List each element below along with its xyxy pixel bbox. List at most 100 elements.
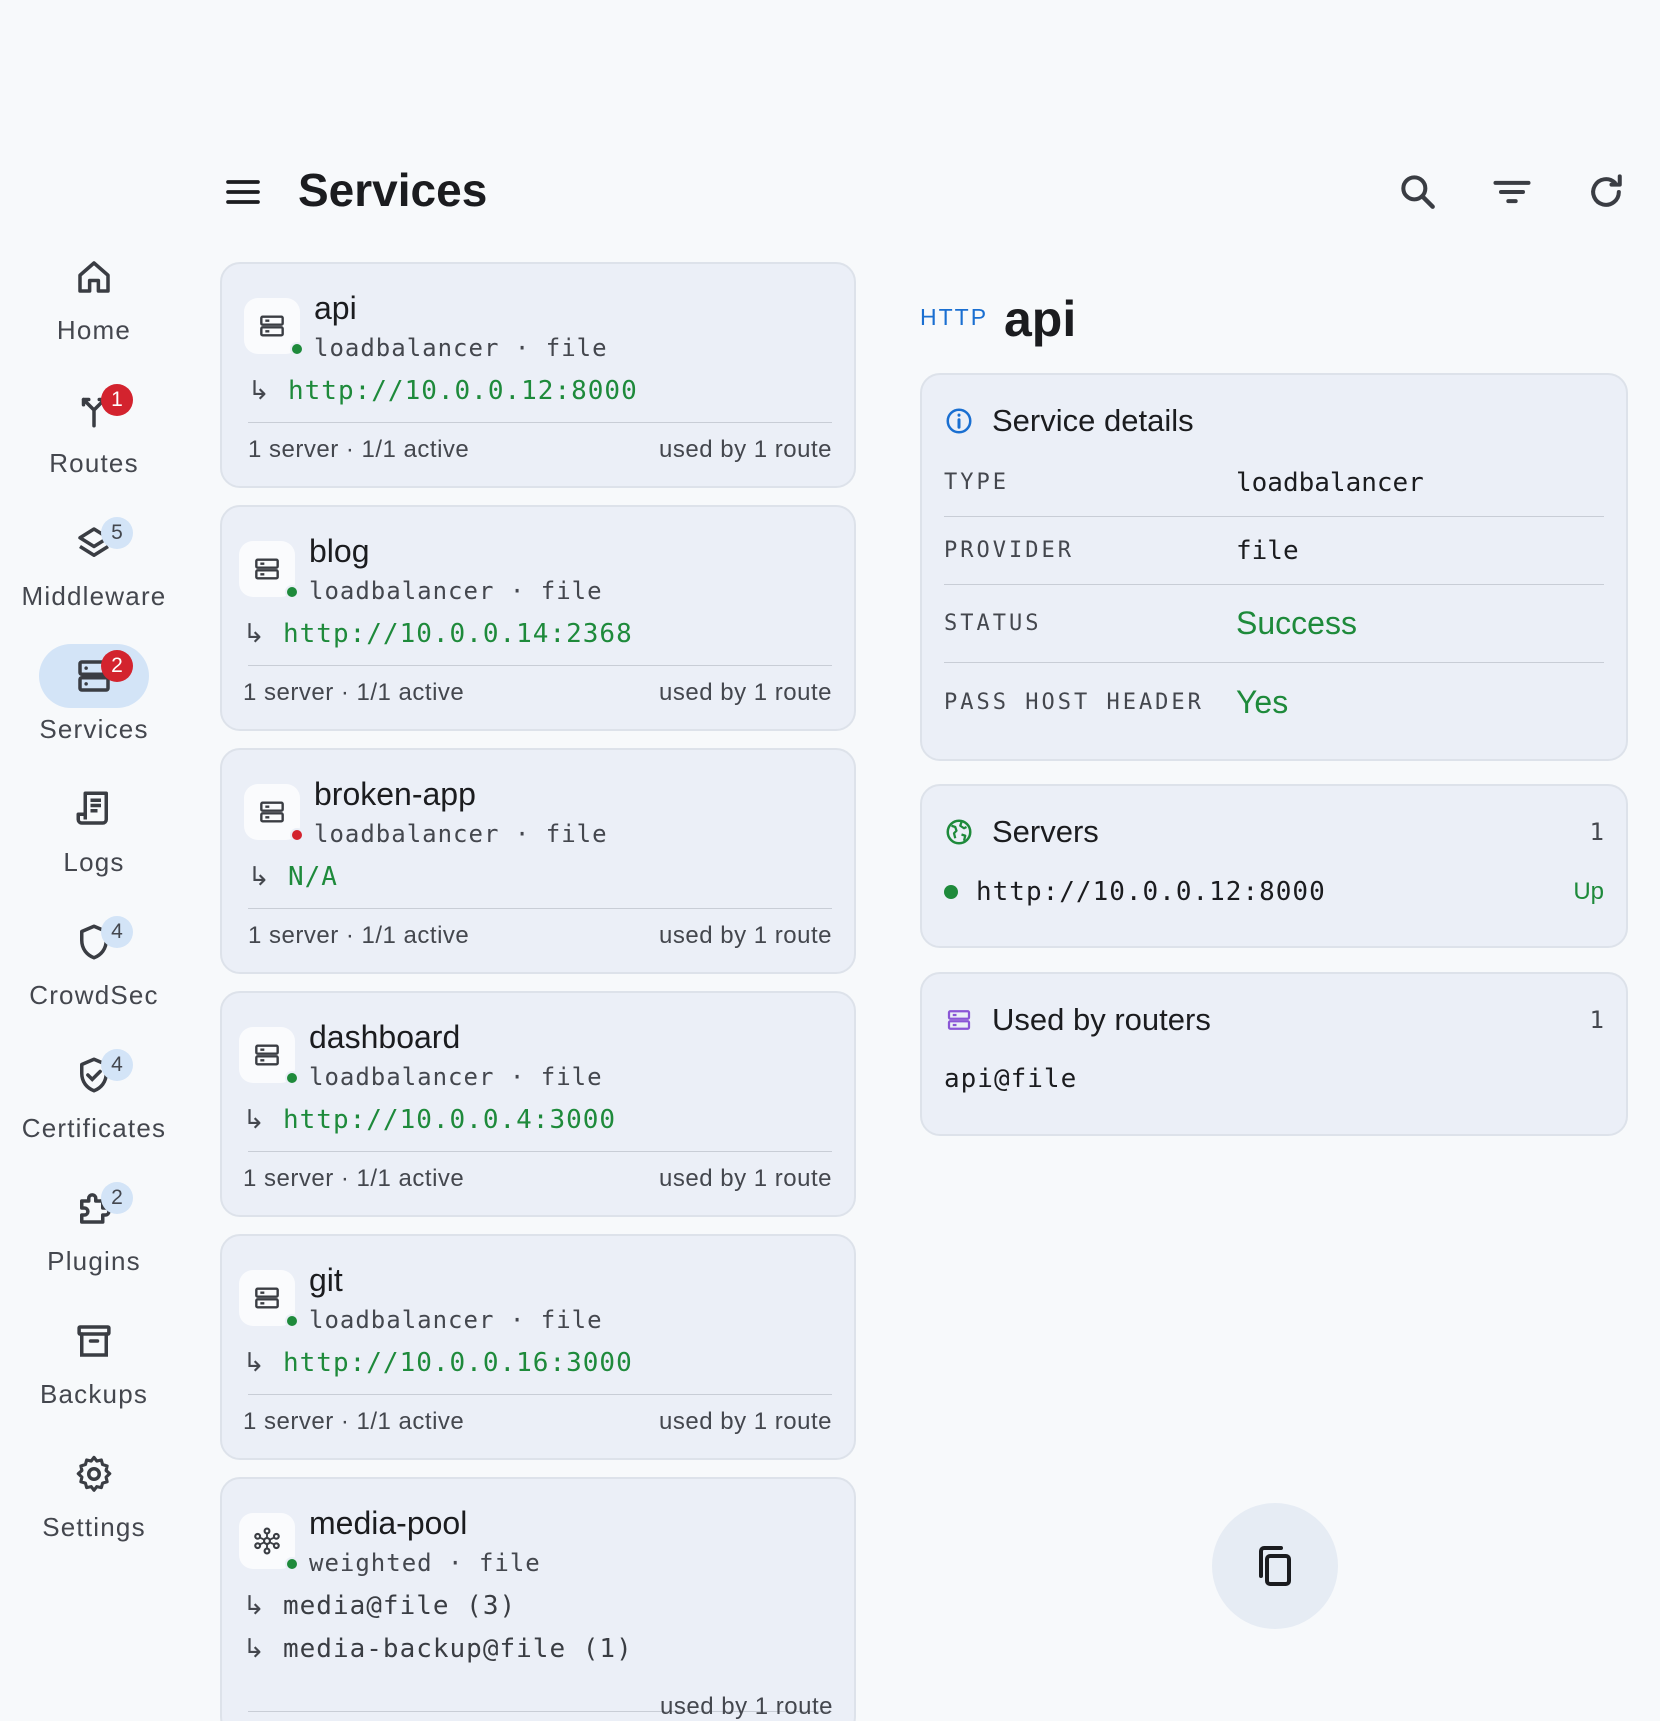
nav-item-logs[interactable]: Logs xyxy=(0,777,188,897)
server-icon xyxy=(255,1287,279,1309)
service-name: broken-app xyxy=(314,776,476,812)
status-dot-ok xyxy=(285,1071,299,1085)
router-link[interactable]: api@file xyxy=(944,1064,1077,1094)
service-avatar xyxy=(239,541,299,599)
nav-icon-wrap: 1 xyxy=(39,378,149,442)
service-meta: loadbalancer · file xyxy=(314,334,608,362)
nav-icon-wrap: 4 xyxy=(39,1043,149,1107)
detail-row-pass-host-header: PASS HOST HEADER Yes xyxy=(944,683,1289,720)
service-target: ↳ http://10.0.0.12:8000 xyxy=(248,376,638,406)
service-card-blog[interactable]: blog loadbalancer · file ↳ http://10.0.0.… xyxy=(220,505,856,731)
arrow-icon: ↳ xyxy=(243,1105,265,1135)
arrow-icon: ↳ xyxy=(248,376,270,406)
service-target: ↳ http://10.0.0.4:3000 xyxy=(243,1105,617,1135)
service-card-dashboard[interactable]: dashboard loadbalancer · file ↳ http://10… xyxy=(220,991,856,1217)
servers-panel: Servers 1 http://10.0.0.12:8000 Up xyxy=(920,784,1628,948)
detail-row-provider: PROVIDER file xyxy=(944,517,1604,585)
nav-label-settings: Settings xyxy=(42,1512,146,1542)
service-footer: 1 server · 1/1 active used by 1 route xyxy=(248,436,832,463)
panel-header: Service details xyxy=(944,401,1604,441)
nav-item-backups[interactable]: Backups xyxy=(0,1309,188,1429)
service-meta: loadbalancer · file xyxy=(309,577,603,605)
menu-button[interactable] xyxy=(222,172,264,212)
routes-badge: 1 xyxy=(101,384,133,416)
nav-item-plugins[interactable]: 2 Plugins xyxy=(0,1176,188,1296)
middleware-badge: 5 xyxy=(101,517,133,549)
gear-icon xyxy=(76,1455,112,1492)
routers-panel: Used by routers 1 api@file xyxy=(920,972,1628,1136)
service-card-media-pool[interactable]: media-pool weighted · file ↳ media@file (… xyxy=(220,1477,856,1721)
service-meta: weighted · file xyxy=(309,1549,541,1577)
arrow-icon: ↳ xyxy=(243,1348,265,1378)
nav-item-certificates[interactable]: 4 Certificates xyxy=(0,1043,188,1163)
service-target: ↳ N/A xyxy=(248,862,338,892)
service-footer: 1 server · 1/1 active used by 1 route xyxy=(248,922,832,949)
home-icon xyxy=(78,261,110,293)
nav-item-crowdsec[interactable]: 4 CrowdSec xyxy=(0,910,188,1030)
search-button[interactable] xyxy=(1396,170,1440,214)
detail-row-status: STATUS Success xyxy=(944,585,1604,663)
archive-icon xyxy=(77,1325,111,1357)
nav-label-plugins: Plugins xyxy=(47,1246,141,1276)
detail-title: api xyxy=(1004,291,1077,347)
panel-header: Servers 1 xyxy=(944,812,1604,852)
menu-icon xyxy=(226,180,260,204)
card-divider xyxy=(248,665,832,666)
nav-label-home: Home xyxy=(56,315,132,345)
nav-icon-wrap xyxy=(39,777,149,841)
routers-count: 1 xyxy=(1589,1006,1604,1034)
nav-item-routes[interactable]: 1 Routes xyxy=(0,378,188,498)
detail-row-type: TYPE loadbalancer xyxy=(944,449,1604,517)
service-meta: loadbalancer · file xyxy=(314,820,608,848)
nav-label-crowdsec: CrowdSec xyxy=(29,980,159,1010)
service-footer: 1 server · 1/1 active used by 1 route xyxy=(243,679,832,706)
server-icon xyxy=(260,801,284,823)
server-icon xyxy=(255,1044,279,1066)
service-meta: loadbalancer · file xyxy=(309,1063,603,1091)
nav-icon-wrap xyxy=(39,1309,149,1373)
service-name: git xyxy=(309,1262,343,1298)
service-card-broken-app[interactable]: broken-app loadbalancer · file ↳ N/A 1 se… xyxy=(220,748,856,974)
nav-item-services[interactable]: 2 Services xyxy=(0,644,188,764)
nav-item-middleware[interactable]: 5 Middleware xyxy=(0,511,188,631)
nav-icon-wrap: 4 xyxy=(39,910,149,974)
refresh-button[interactable] xyxy=(1584,170,1628,214)
nav-item-home[interactable]: Home xyxy=(0,245,188,365)
nav-icon-wrap: 5 xyxy=(39,511,149,575)
service-card-api[interactable]: api loadbalancer · file ↳ http://10.0.0.1… xyxy=(220,262,856,488)
service-footer: 1 server · 1/1 active used by 1 route xyxy=(243,1408,832,1435)
detail-kind-label: HTTP xyxy=(920,304,989,330)
nav-item-settings[interactable]: Settings xyxy=(0,1442,188,1562)
service-avatar xyxy=(244,784,304,842)
nav-label-middleware: Middleware xyxy=(21,581,167,611)
router-icon xyxy=(947,1010,971,1030)
card-divider xyxy=(248,908,832,909)
service-footer: 1 server · 1/1 active used by 1 route xyxy=(243,1165,832,1192)
service-target: ↳ media-backup@file (1) xyxy=(243,1634,633,1664)
status-dot-ok xyxy=(285,1314,299,1328)
status-dot-ok xyxy=(285,585,299,599)
copy-icon xyxy=(1259,1546,1291,1586)
server-icon xyxy=(255,558,279,580)
service-card-git[interactable]: git loadbalancer · file ↳ http://10.0.0.1… xyxy=(220,1234,856,1460)
service-avatar xyxy=(239,1027,299,1085)
service-meta: loadbalancer · file xyxy=(309,1306,603,1334)
panel-title: Used by routers xyxy=(992,1002,1211,1037)
status-dot-ok xyxy=(290,342,304,356)
service-target: ↳ media@file (3) xyxy=(243,1591,517,1621)
status-dot-error xyxy=(290,828,304,842)
service-name: dashboard xyxy=(309,1019,461,1055)
nav-label-routes: Routes xyxy=(49,448,139,478)
nav-label-certificates: Certificates xyxy=(21,1113,167,1143)
filter-button[interactable] xyxy=(1490,170,1534,214)
arrow-icon: ↳ xyxy=(243,1634,265,1664)
servers-count: 1 xyxy=(1589,818,1604,846)
service-avatar xyxy=(239,1513,299,1571)
server-row[interactable]: http://10.0.0.12:8000 Up xyxy=(944,872,1604,912)
service-name: blog xyxy=(309,533,370,569)
plugins-badge: 2 xyxy=(101,1182,133,1214)
arrow-icon: ↳ xyxy=(243,619,265,649)
nav-icon-wrap: 2 xyxy=(39,1176,149,1240)
server-status-dot xyxy=(944,885,958,899)
copy-button[interactable] xyxy=(1212,1503,1338,1629)
